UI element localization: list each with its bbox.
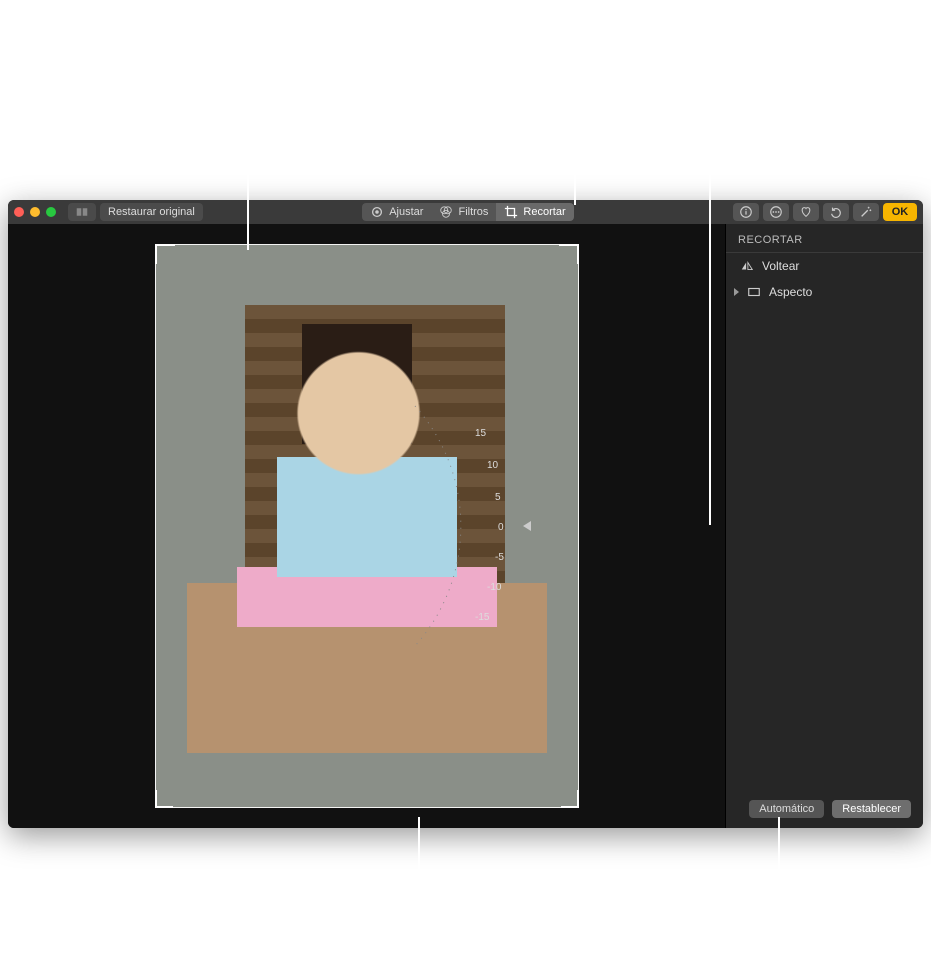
sidebar-item-aspect-label: Aspecto	[769, 285, 812, 299]
tab-filters-label: Filtros	[458, 205, 488, 219]
sidebar-title: RECORTAR	[726, 224, 923, 253]
auto-crop-label: Automático	[759, 803, 814, 815]
auto-enhance-button[interactable]	[853, 203, 879, 221]
crop-sidebar: RECORTAR Voltear Aspecto Automático Rest…	[725, 224, 923, 828]
toolbar: Restaurar original Ajustar Filtros Recor…	[8, 200, 923, 224]
restore-original-button[interactable]: Restaurar original	[100, 203, 203, 221]
window-minimize-button[interactable]	[30, 207, 40, 217]
tab-adjust[interactable]: Ajustar	[362, 203, 431, 221]
compare-icon	[76, 205, 88, 219]
canvas-area: 15 10 5 0 -5 -10 -15	[8, 224, 725, 828]
crop-frame[interactable]	[155, 244, 579, 808]
tab-crop-label: Recortar	[523, 205, 565, 219]
reset-crop-label: Restablecer	[842, 803, 901, 815]
edit-mode-segmented: Ajustar Filtros Recortar	[362, 203, 573, 221]
photos-edit-window: Restaurar original Ajustar Filtros Recor…	[8, 200, 923, 828]
callout-dial	[709, 155, 711, 525]
done-button[interactable]: OK	[883, 203, 917, 221]
window-zoom-button[interactable]	[46, 207, 56, 217]
restore-original-label: Restaurar original	[108, 205, 195, 219]
flip-icon	[740, 259, 754, 273]
aspect-icon	[747, 285, 761, 299]
magic-wand-icon	[859, 205, 873, 219]
filters-icon	[439, 205, 453, 219]
sidebar-item-flip-label: Voltear	[762, 259, 799, 273]
window-close-button[interactable]	[14, 207, 24, 217]
window-controls	[14, 207, 56, 217]
heart-icon	[799, 205, 813, 219]
auto-crop-button[interactable]: Automático	[749, 800, 824, 818]
done-label: OK	[892, 206, 909, 218]
photo-preview	[155, 244, 579, 808]
compare-toggle-button[interactable]	[68, 203, 96, 221]
rotate-button[interactable]	[823, 203, 849, 221]
favorite-button[interactable]	[793, 203, 819, 221]
chevron-right-icon	[734, 288, 739, 296]
info-button[interactable]	[733, 203, 759, 221]
more-button[interactable]	[763, 203, 789, 221]
tab-crop[interactable]: Recortar	[496, 203, 573, 221]
sidebar-footer: Automático Restablecer	[726, 790, 923, 828]
callout-crop-bottom	[418, 817, 420, 883]
content-row: 15 10 5 0 -5 -10 -15 RECORTAR Voltear	[8, 224, 923, 828]
crop-icon	[504, 205, 518, 219]
rotate-icon	[829, 205, 843, 219]
adjust-icon	[370, 205, 384, 219]
tab-filters[interactable]: Filtros	[431, 203, 496, 221]
tab-adjust-label: Ajustar	[389, 205, 423, 219]
callout-toolbar-crop	[574, 155, 576, 205]
callout-crop-corner	[247, 155, 249, 250]
sidebar-item-flip[interactable]: Voltear	[726, 253, 923, 279]
info-icon	[739, 205, 753, 219]
sidebar-item-aspect[interactable]: Aspecto	[726, 279, 923, 305]
callout-footer-buttons	[778, 817, 780, 883]
reset-crop-button[interactable]: Restablecer	[832, 800, 911, 818]
ellipsis-icon	[769, 205, 783, 219]
